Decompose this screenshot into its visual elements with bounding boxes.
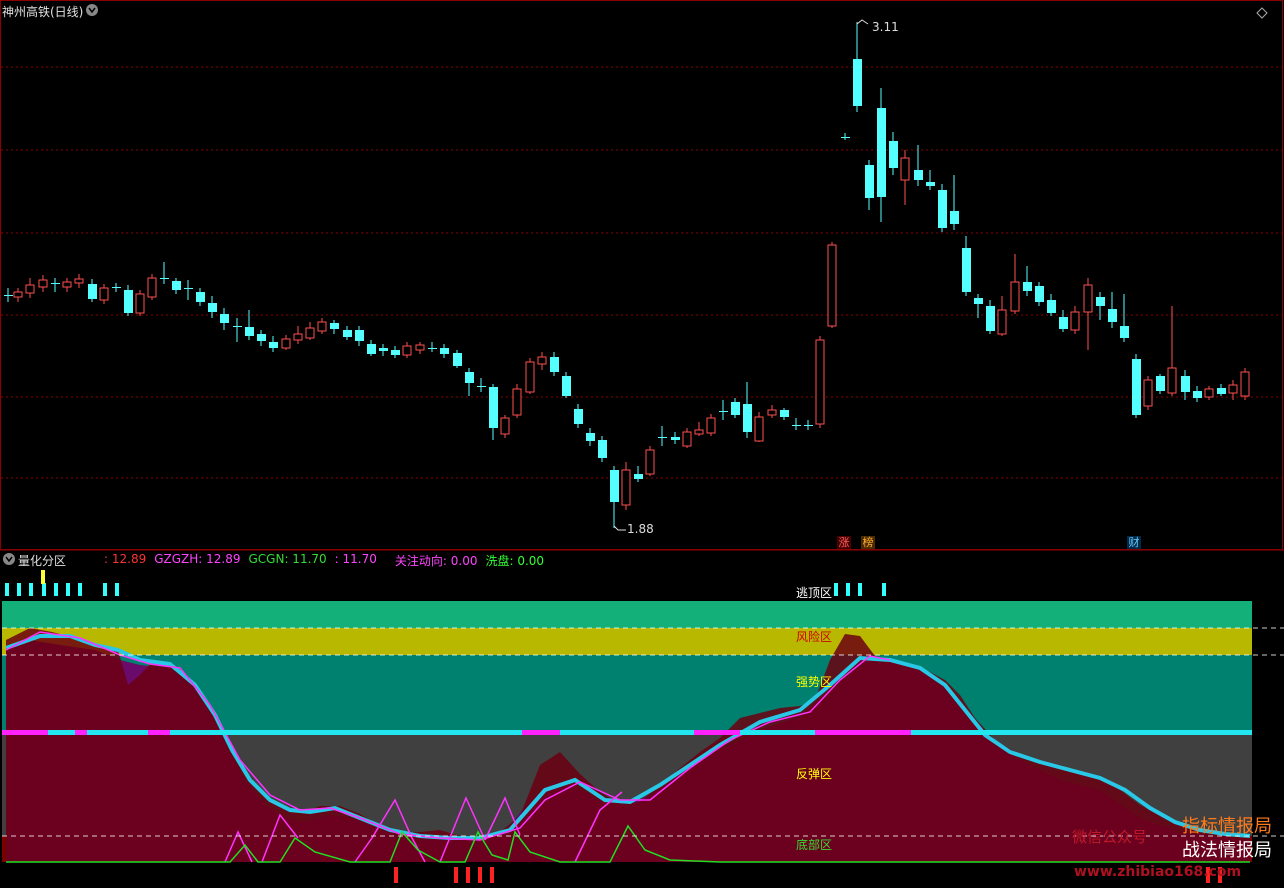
zone-band-escape (2, 601, 1252, 628)
separator-segment (815, 730, 911, 735)
bottom-signal-mark (454, 867, 458, 883)
signal-mark (834, 583, 838, 596)
signal-mark (66, 583, 70, 596)
zone-label-rebound: 反弹区 (796, 767, 833, 781)
separator-segment (694, 730, 740, 735)
indicator-value: GCGN: 11.70 (248, 552, 327, 566)
zone-label-risk: 风险区 (796, 630, 833, 644)
signal-mark (858, 583, 862, 596)
separator-segment (75, 730, 87, 735)
signal-mark (29, 583, 33, 596)
signal-mark (846, 583, 850, 596)
signal-mark (115, 583, 119, 596)
indicator-values: : 12.89 GZGZH: 12.89 GCGN: 11.70 : 11.70… (104, 552, 544, 569)
indicator-chart[interactable] (0, 0, 1284, 888)
signal-mark (78, 583, 82, 596)
separator-segment (2, 730, 48, 735)
zone-label-bottom: 底部区 (796, 838, 833, 852)
separator-bar (2, 730, 1252, 735)
bottom-signal-mark (394, 867, 398, 883)
signal-mark (17, 583, 21, 596)
separator-segment (522, 730, 560, 735)
watermark-prefix: 微信公众号 (1072, 828, 1148, 846)
chevron-down-icon-sub[interactable] (3, 553, 15, 565)
signal-mark (54, 583, 58, 596)
signal-mark (882, 583, 886, 596)
zone-label-strong: 强势区 (796, 675, 833, 689)
zone-band-risk (2, 628, 1252, 655)
indicator-value: : 12.89 (104, 552, 147, 566)
separator-segment (148, 730, 170, 735)
signal-mark (103, 583, 107, 596)
indicator-value: 关注动向: 0.00 (394, 554, 478, 568)
signal-mark-yellow (41, 570, 45, 584)
bottom-signal-mark (478, 867, 482, 883)
signal-mark (5, 583, 9, 596)
bottom-signal-mark (466, 867, 470, 883)
sub-panel-title: 量化分区 (18, 554, 67, 568)
indicator-value: 洗盘: 0.00 (485, 554, 545, 568)
indicator-value: : 11.70 (334, 552, 377, 566)
bottom-signal-mark (490, 867, 494, 883)
indicator-value: GZGZH: 12.89 (154, 552, 241, 566)
watermark-url: www.zhibiao168.com (1074, 864, 1242, 880)
signal-mark (42, 583, 46, 596)
watermark-line1: 指标情报局 (1182, 816, 1272, 837)
zone-label-escape: 逃顶区 (796, 586, 833, 600)
watermark-line2: 战法情报局 (1182, 840, 1272, 861)
